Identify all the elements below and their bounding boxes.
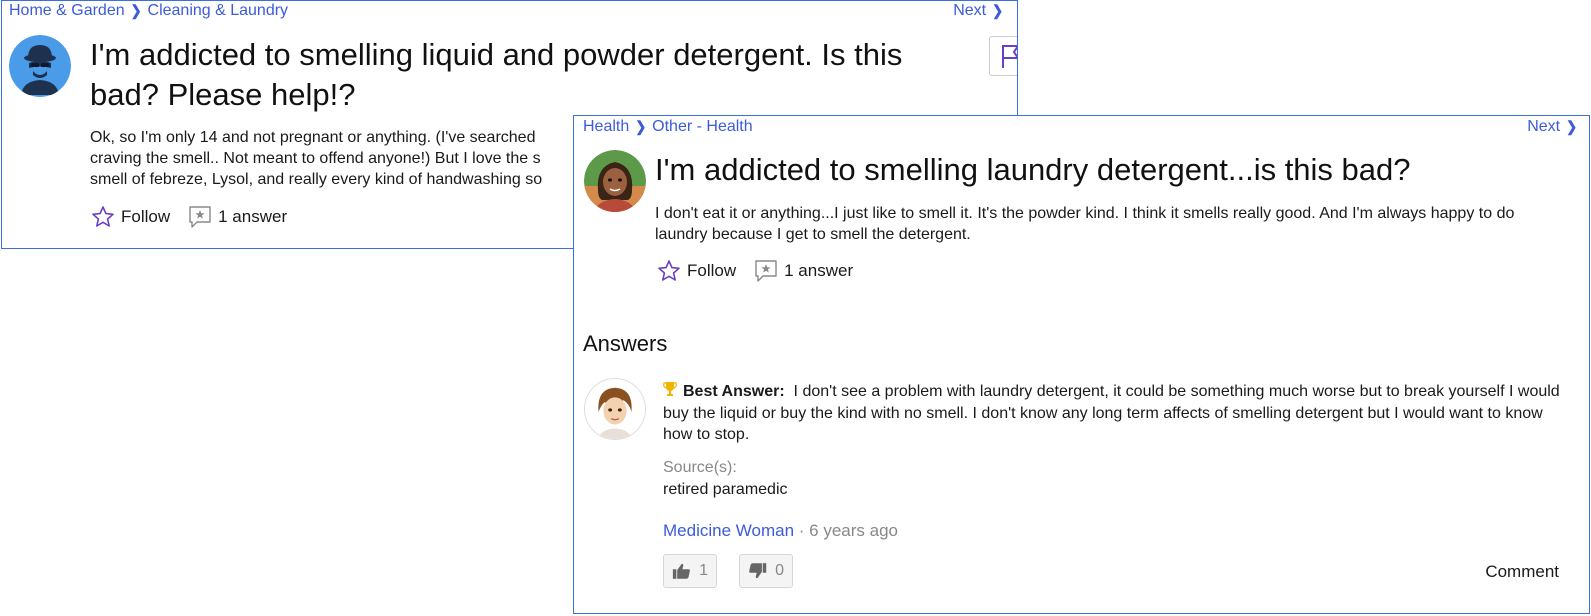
user-avatar-icon <box>585 379 645 439</box>
flag-icon <box>1002 45 1017 68</box>
upvote-count: 1 <box>699 562 708 579</box>
follow-label: Follow <box>687 261 737 280</box>
best-answer: Best Answer: I don't see a problem with … <box>663 381 1573 445</box>
question-card-2: Health ❯ Other - Health Next ❯ I'm addic… <box>573 115 1590 614</box>
question-actions: Follow 1 answer <box>657 259 871 283</box>
anonymous-user-icon <box>9 35 71 97</box>
answer-time: 6 years ago <box>809 521 898 540</box>
answer-bubble-icon <box>189 206 211 228</box>
breadcrumb-health[interactable]: Health <box>583 118 629 136</box>
user-avatar-icon <box>584 150 646 212</box>
next-label: Next <box>1527 118 1561 135</box>
comment-button[interactable]: Comment <box>1485 562 1559 582</box>
question-title[interactable]: I'm addicted to smelling laundry deterge… <box>655 150 1575 190</box>
answers-count-label: 1 answer <box>218 207 288 226</box>
answers-count-label: 1 answer <box>784 261 854 280</box>
breadcrumb-other-health[interactable]: Other - Health <box>652 118 752 136</box>
downvote-count: 0 <box>775 562 784 579</box>
best-answer-text: I don't see a problem with laundry deter… <box>663 383 1560 443</box>
chevron-right-icon: ❯ <box>130 2 142 19</box>
trophy-icon <box>663 381 677 403</box>
star-icon <box>658 260 680 281</box>
next-label: Next <box>953 2 987 19</box>
question-body: Ok, so I'm only 14 and not pregnant or a… <box>90 127 650 190</box>
answers-count-button[interactable]: 1 answer <box>754 259 853 283</box>
sources-value: retired paramedic <box>663 481 788 498</box>
byline-separator: · <box>794 521 810 540</box>
breadcrumb: Health ❯ Other - Health <box>583 118 753 136</box>
best-answer-label: Best Answer: <box>683 383 785 400</box>
breadcrumb-cleaning-laundry[interactable]: Cleaning & Laundry <box>148 2 289 20</box>
answer-byline: Medicine Woman · 6 years ago <box>663 521 898 541</box>
answer-bubble-icon <box>755 260 777 282</box>
avatar[interactable] <box>584 150 646 212</box>
star-icon <box>92 206 114 227</box>
chevron-right-icon: ❯ <box>992 2 1003 19</box>
breadcrumb: Home & Garden ❯ Cleaning & Laundry <box>9 2 288 20</box>
question-actions: Follow 1 answer <box>91 205 305 229</box>
author-name[interactable]: Medicine Woman <box>663 521 794 540</box>
report-button[interactable] <box>989 36 1017 76</box>
follow-label: Follow <box>121 207 171 226</box>
question-body-line: craving the smell.. Not meant to offend … <box>90 150 541 167</box>
thumbs-up-button[interactable]: 1 <box>663 554 717 588</box>
breadcrumb-home-garden[interactable]: Home & Garden <box>9 2 125 20</box>
avatar[interactable] <box>9 35 71 97</box>
question-body-line: Ok, so I'm only 14 and not pregnant or a… <box>90 129 536 146</box>
thumbs-down-button[interactable]: 0 <box>739 554 793 588</box>
sources-label: Source(s): <box>663 459 737 476</box>
chevron-right-icon: ❯ <box>1566 118 1577 135</box>
question-title[interactable]: I'm addicted to smelling liquid and powd… <box>90 35 950 115</box>
next-link[interactable]: Next ❯ <box>953 2 1003 20</box>
chevron-right-icon: ❯ <box>635 118 647 135</box>
thumbs-down-icon <box>749 563 767 579</box>
answers-heading: Answers <box>583 331 668 356</box>
follow-button[interactable]: Follow <box>91 205 170 229</box>
follow-button[interactable]: Follow <box>657 259 736 283</box>
answer-avatar[interactable] <box>584 378 646 440</box>
answers-count-button[interactable]: 1 answer <box>188 205 287 229</box>
question-body: I don't eat it or anything...I just like… <box>655 205 1515 243</box>
next-link[interactable]: Next ❯ <box>1527 118 1577 136</box>
question-body-line: smell of febreze, Lysol, and really ever… <box>90 171 543 188</box>
thumbs-up-icon <box>672 563 690 579</box>
